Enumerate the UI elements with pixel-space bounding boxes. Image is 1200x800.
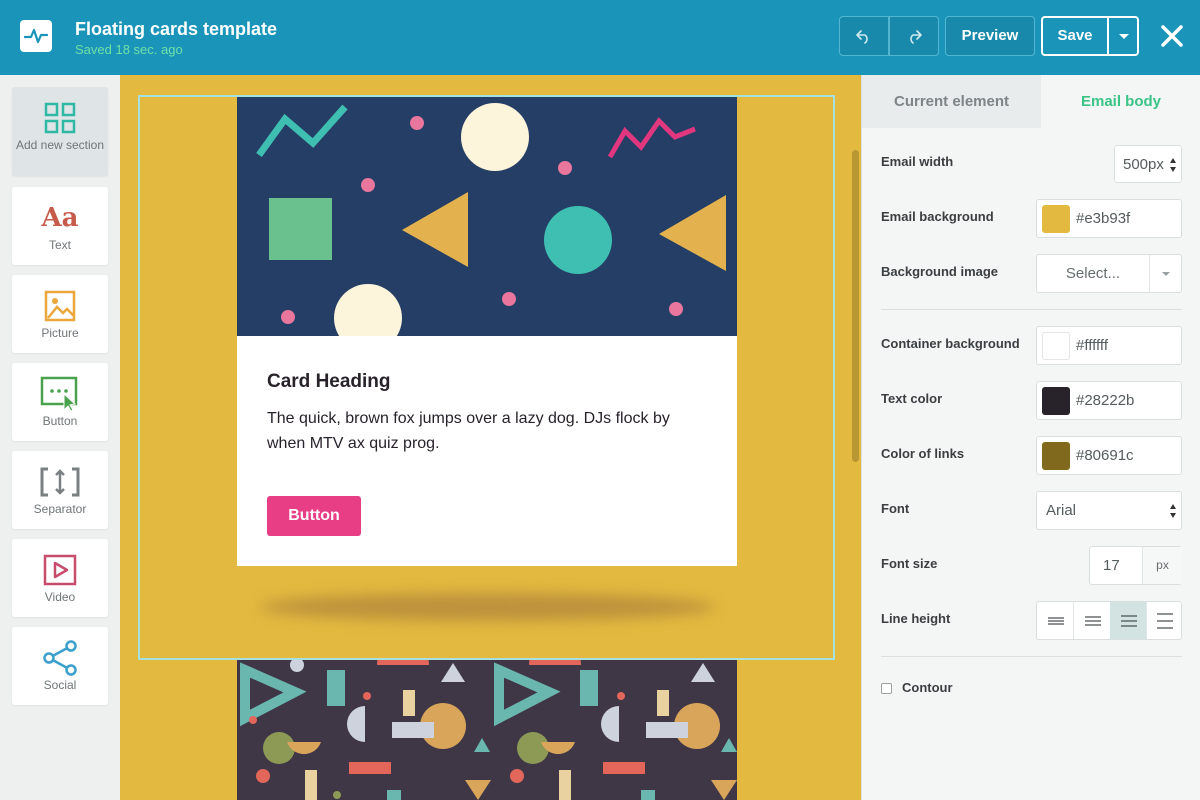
- email-canvas[interactable]: Card Heading The quick, brown fox jumps …: [120, 75, 861, 800]
- link-color-field[interactable]: #80691c: [1036, 436, 1182, 475]
- tool-label: Text: [48, 238, 71, 252]
- line-height-option-2[interactable]: [1074, 602, 1111, 639]
- contour-checkbox[interactable]: [881, 683, 892, 694]
- top-bar: Floating cards template Saved 18 sec. ag…: [0, 0, 1200, 75]
- document-title: Floating cards template: [75, 19, 278, 39]
- selected-section-outline: [138, 95, 835, 660]
- line-height-option-1[interactable]: [1037, 602, 1074, 639]
- app-logo: [20, 20, 52, 52]
- background-image-label: Background image: [881, 264, 999, 279]
- save-options-dropdown[interactable]: [1107, 16, 1139, 56]
- container-background-label: Container background: [881, 336, 1020, 351]
- line-height-option-3[interactable]: [1110, 602, 1147, 639]
- blocks-sidebar: Add new section Aa Text Picture Button S…: [0, 75, 120, 800]
- button-tool[interactable]: Button: [12, 363, 108, 441]
- text-icon: Aa: [12, 201, 108, 235]
- link-color-label: Color of links: [881, 446, 965, 461]
- email-background-label: Email background: [881, 209, 994, 224]
- tool-label: Add new section: [15, 138, 105, 152]
- link-color-swatch[interactable]: [1042, 442, 1070, 470]
- tab-current-element[interactable]: Current element: [862, 75, 1041, 128]
- separator-tool[interactable]: Separator: [12, 451, 108, 529]
- text-color-field[interactable]: #28222b: [1036, 381, 1182, 420]
- line-height-loose-icon: [1157, 613, 1173, 629]
- background-image-value: Select...: [1065, 265, 1121, 282]
- container-background-field[interactable]: #ffffff: [1036, 326, 1182, 365]
- grid-icon: [12, 101, 108, 135]
- undo-icon: [856, 30, 868, 44]
- pattern-section[interactable]: [237, 660, 737, 800]
- tool-label: Button: [42, 414, 78, 428]
- picture-tool[interactable]: Picture: [12, 275, 108, 353]
- font-size-field[interactable]: 17 px: [1089, 546, 1182, 585]
- panel-divider: [881, 309, 1182, 310]
- tab-email-body[interactable]: Email body: [1041, 75, 1200, 128]
- canvas-scrollbar[interactable]: [852, 150, 859, 462]
- line-height-label: Line height: [881, 611, 951, 626]
- line-height-option-4[interactable]: [1146, 602, 1181, 639]
- redo-icon: [910, 30, 922, 44]
- close-icon[interactable]: [1158, 22, 1186, 50]
- social-tool[interactable]: Social: [12, 627, 108, 705]
- settings-panel: Current element Email body Email width 5…: [861, 75, 1200, 800]
- redo-button[interactable]: [889, 16, 939, 56]
- font-size-value: 17: [1103, 557, 1120, 574]
- email-width-label: Email width: [881, 154, 954, 169]
- video-icon: [12, 553, 108, 587]
- email-background-swatch[interactable]: [1042, 205, 1070, 233]
- email-width-value: 500px: [1123, 156, 1164, 173]
- add-section-tool[interactable]: Add new section: [12, 87, 108, 176]
- select-divider: [1149, 255, 1150, 292]
- text-icon-glyph: Aa: [41, 203, 79, 233]
- line-height-selector[interactable]: [1036, 601, 1182, 640]
- share-icon: [12, 640, 108, 676]
- save-status: Saved 18 sec. ago: [75, 42, 183, 57]
- picture-icon: [12, 289, 108, 323]
- container-background-swatch[interactable]: [1042, 332, 1070, 360]
- background-image-select[interactable]: Select...: [1036, 254, 1182, 293]
- email-background-value: #e3b93f: [1076, 210, 1131, 227]
- text-color-label: Text color: [881, 391, 943, 406]
- text-color-swatch[interactable]: [1042, 387, 1070, 415]
- separator-icon: [12, 465, 108, 499]
- contour-label[interactable]: Contour: [902, 680, 953, 695]
- save-button[interactable]: Save: [1041, 16, 1109, 56]
- font-label: Font: [881, 501, 910, 516]
- pulse-icon: [24, 28, 48, 44]
- font-size-label: Font size: [881, 556, 938, 571]
- video-tool[interactable]: Video: [12, 539, 108, 617]
- undo-button[interactable]: [839, 16, 889, 56]
- font-value: Arial: [1046, 502, 1077, 519]
- line-height-relaxed-icon: [1121, 615, 1137, 627]
- line-height-normal-icon: [1085, 616, 1101, 626]
- font-select[interactable]: Arial: [1036, 491, 1182, 530]
- font-size-unit: px: [1142, 547, 1182, 584]
- tool-label: Picture: [41, 326, 79, 340]
- link-color-value: #80691c: [1076, 447, 1134, 464]
- text-tool[interactable]: Aa Text: [12, 187, 108, 265]
- preview-button[interactable]: Preview: [945, 16, 1035, 56]
- chevron-down-icon: [1162, 272, 1170, 276]
- text-color-value: #28222b: [1076, 392, 1135, 409]
- tool-label: Video: [44, 590, 76, 604]
- line-height-tight-icon: [1048, 617, 1064, 625]
- container-background-value: #ffffff: [1076, 337, 1108, 354]
- button-cursor-icon: [12, 376, 108, 412]
- panel-divider: [881, 656, 1182, 657]
- email-width-stepper[interactable]: 500px: [1114, 145, 1182, 183]
- tool-label: Social: [43, 678, 77, 692]
- email-background-field[interactable]: #e3b93f: [1036, 199, 1182, 238]
- tool-label: Separator: [33, 502, 87, 516]
